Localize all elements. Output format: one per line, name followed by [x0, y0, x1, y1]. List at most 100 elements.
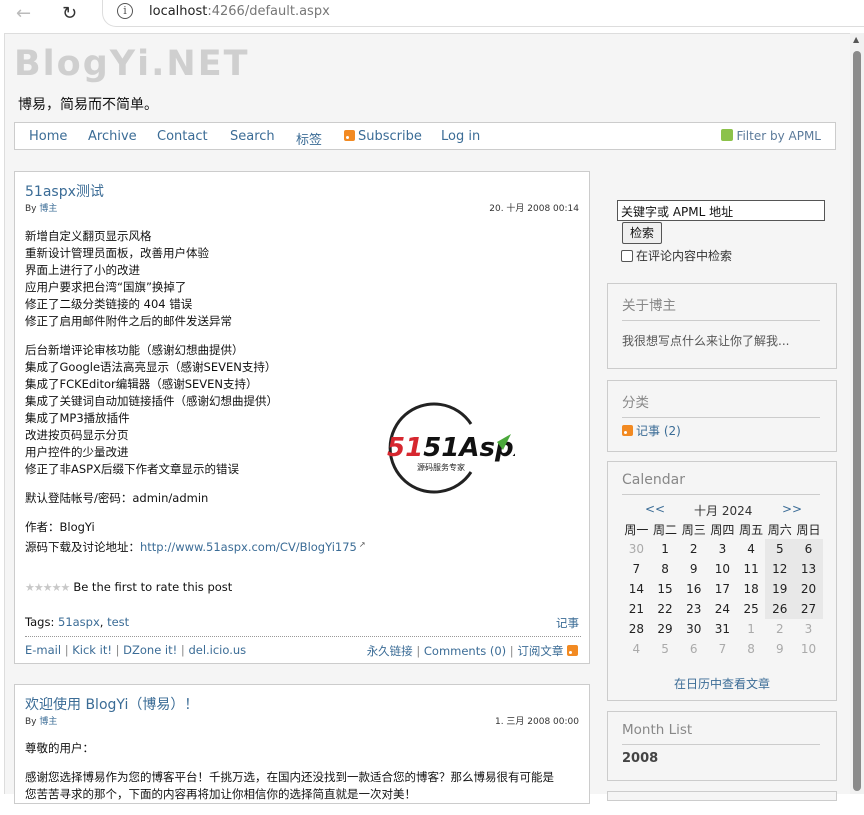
calendar-day[interactable]: 2: [679, 539, 708, 559]
menu-archive[interactable]: Archive: [88, 129, 137, 144]
calendar-day[interactable]: 13: [794, 559, 823, 579]
calendar-day[interactable]: 21: [622, 599, 651, 619]
calendar-day[interactable]: 3: [708, 539, 737, 559]
calendar-day[interactable]: 30: [679, 619, 708, 639]
search-input[interactable]: 关键字或 APML 地址: [617, 200, 825, 221]
site-title[interactable]: BlogYi.NET: [14, 44, 250, 84]
calendar-weekday: 周二: [653, 523, 678, 537]
post-title[interactable]: 欢迎使用 BlogYi（博易）！: [25, 694, 198, 714]
author-link[interactable]: 博主: [39, 717, 57, 727]
calendar-day[interactable]: 1: [737, 619, 766, 639]
calendar-day[interactable]: 4: [737, 539, 766, 559]
tag-link[interactable]: test: [107, 615, 129, 629]
author-link[interactable]: 博主: [39, 204, 57, 214]
post-line: 应用户要求把台湾“国旗”换掉了: [25, 280, 187, 294]
calendar-weekday: 周四: [710, 523, 735, 537]
calendar-day[interactable]: 29: [651, 619, 680, 639]
tag-link[interactable]: 51aspx: [58, 615, 100, 629]
calendar-day[interactable]: 3: [794, 619, 823, 639]
menu-subscribe[interactable]: Subscribe: [344, 129, 422, 144]
post-category-link[interactable]: 记事: [556, 615, 579, 631]
calendar-day[interactable]: 9: [765, 639, 794, 659]
rss-icon[interactable]: [622, 425, 633, 436]
calendar-day[interactable]: 12: [765, 559, 795, 579]
month-list-year[interactable]: 2008: [622, 751, 658, 766]
post-line: 后台新增评论审核功能（感谢幻想曲提供）: [25, 343, 244, 357]
calendar-prev-link[interactable]: <<: [645, 502, 665, 516]
calendar-day[interactable]: 16: [679, 579, 708, 599]
calendar-weekday: 周六: [767, 523, 792, 537]
calendar-day[interactable]: 7: [622, 559, 651, 579]
calendar-day[interactable]: 8: [651, 559, 680, 579]
search-comments-checkbox[interactable]: [621, 250, 633, 262]
post-title[interactable]: 51aspx测试: [25, 181, 104, 201]
share-dzone-link[interactable]: DZone it!: [123, 643, 177, 657]
subscribe-post-link[interactable]: 订阅文章: [517, 644, 581, 658]
share-delicious-link[interactable]: del.icio.us: [188, 643, 246, 657]
logo-text: 5151Aspx: [387, 433, 515, 463]
calendar-week: 14 15 16 17 18 19 20: [622, 579, 823, 599]
download-label: 源码下载及讨论地址：: [25, 540, 140, 554]
calendar-day[interactable]: 22: [651, 599, 680, 619]
calendar-day[interactable]: 10: [794, 639, 823, 659]
calendar-day[interactable]: 17: [708, 579, 737, 599]
rating-stars-icon[interactable]: ★★★★★: [25, 581, 70, 594]
widget-title: Calendar: [622, 472, 820, 495]
calendar-day[interactable]: 7: [708, 639, 737, 659]
permalink-link[interactable]: 永久链接: [367, 644, 413, 658]
address-url[interactable]: localhost:4266/default.aspx: [149, 4, 330, 19]
calendar-day[interactable]: 19: [765, 579, 795, 599]
calendar-day[interactable]: 11: [737, 559, 766, 579]
download-link[interactable]: http://www.51aspx.com/CV/BlogYi175: [140, 540, 357, 554]
calendar-day[interactable]: 5: [765, 539, 795, 559]
post-greeting: 尊敬的用户：: [25, 741, 94, 755]
calendar-day[interactable]: 8: [737, 639, 766, 659]
calendar-day[interactable]: 23: [679, 599, 708, 619]
menu-contact[interactable]: Contact: [157, 129, 208, 144]
calendar-day[interactable]: 26: [765, 599, 795, 619]
calendar-day[interactable]: 25: [737, 599, 766, 619]
search-comments-option[interactable]: 在评论内容中检索: [621, 247, 732, 264]
share-email-link[interactable]: E-mail: [25, 643, 61, 657]
post-line: 新增自定义翻页显示风格: [25, 229, 152, 243]
scrollbar-thumb[interactable]: [853, 51, 861, 791]
calendar-day[interactable]: 5: [651, 639, 680, 659]
post-body: 尊敬的用户： 感谢您选择博易作为您的博客平台！千挑万选，在国内还没找到一款适合您…: [25, 740, 581, 815]
calendar-day[interactable]: 4: [622, 639, 651, 659]
share-kickit-link[interactable]: Kick it!: [72, 643, 112, 657]
calendar-view-link[interactable]: 在日历中查看文章: [608, 675, 836, 692]
menu-tags[interactable]: 标签: [296, 129, 322, 148]
reload-icon[interactable]: ↻: [62, 3, 77, 24]
calendar-day[interactable]: 6: [679, 639, 708, 659]
calendar-day[interactable]: 18: [737, 579, 766, 599]
back-arrow-icon[interactable]: ←: [16, 3, 31, 24]
post-rating[interactable]: ★★★★★ Be the first to rate this post: [25, 580, 232, 594]
calendar-day[interactable]: 6: [794, 539, 823, 559]
menu-search[interactable]: Search: [230, 129, 275, 144]
menu-home[interactable]: Home: [29, 129, 67, 144]
menu-login[interactable]: Log in: [441, 129, 480, 144]
calendar-day[interactable]: 15: [651, 579, 680, 599]
calendar-day[interactable]: 20: [794, 579, 823, 599]
calendar-day[interactable]: 10: [708, 559, 737, 579]
calendar-day[interactable]: 27: [794, 599, 823, 619]
scrollbar[interactable]: ▲: [850, 33, 864, 794]
apml-filter-link[interactable]: Filter by APML: [721, 129, 821, 143]
category-link[interactable]: 记事 (2): [622, 422, 681, 439]
calendar-day[interactable]: 31: [708, 619, 737, 639]
calendar-day[interactable]: 30: [622, 539, 651, 559]
calendar-day[interactable]: 9: [679, 559, 708, 579]
calendar-day[interactable]: 2: [765, 619, 794, 639]
search-button[interactable]: 检索: [622, 222, 662, 244]
calendar-day[interactable]: 28: [622, 619, 651, 639]
address-bar[interactable]: i localhost:4266/default.aspx: [102, 0, 864, 27]
scroll-up-icon[interactable]: ▲: [853, 35, 859, 44]
calendar-day[interactable]: 1: [651, 539, 680, 559]
comments-link[interactable]: Comments (0): [424, 644, 506, 658]
calendar-next-link[interactable]: >>: [782, 502, 802, 516]
calendar-day[interactable]: 24: [708, 599, 737, 619]
calendar-week: 30 1 2 3 4 5 6: [622, 539, 823, 559]
calendar-weekday: 周三: [681, 523, 706, 537]
info-icon[interactable]: i: [117, 3, 133, 19]
calendar-day[interactable]: 14: [622, 579, 651, 599]
